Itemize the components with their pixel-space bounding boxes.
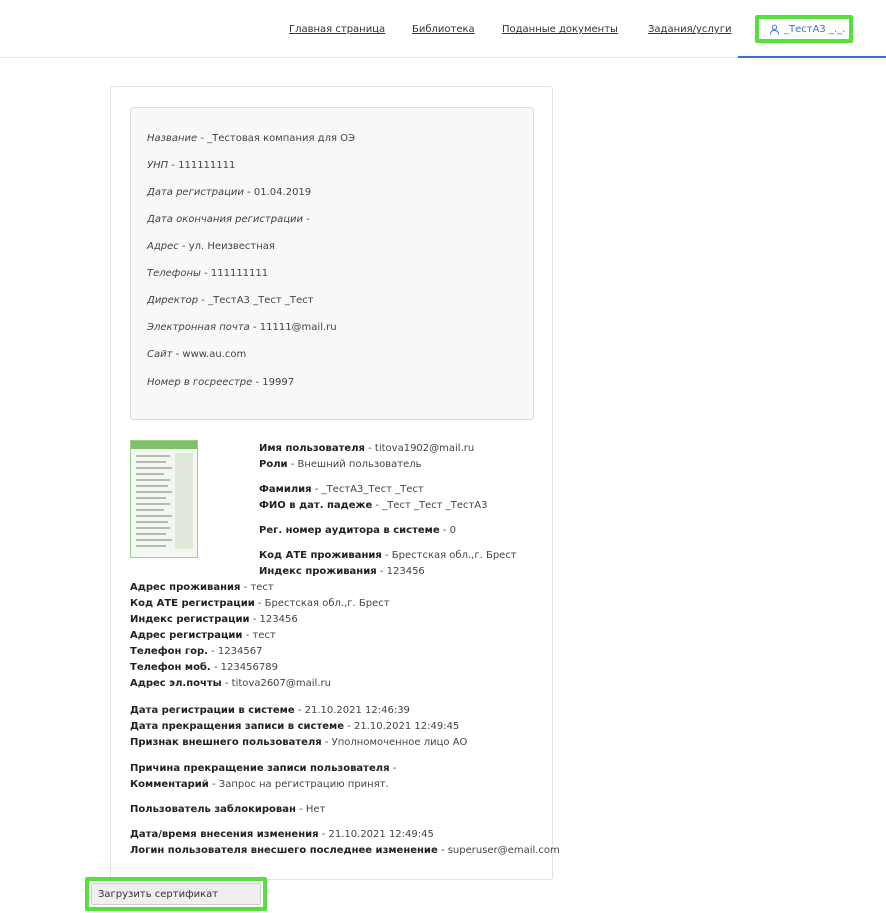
company-unp-row: УНП - 111111111 — [147, 160, 236, 171]
nav-tasks-services-link[interactable]: Задания/услуги — [648, 24, 731, 35]
top-navbar: Главная страница Библиотека Поданные док… — [0, 0, 886, 58]
user-registration-address-row: Адрес регистрации - тест — [130, 630, 276, 641]
user-mobile-phone-row: Телефон моб. - 123456789 — [130, 662, 278, 673]
nav-user-name: _ТестА3 _._. — [784, 23, 846, 35]
user-icon — [769, 24, 780, 35]
user-city-phone-row: Телефон гор. - 1234567 — [130, 646, 263, 657]
user-registration-ate-row: Код АТЕ регистрации - Брестская обл.,г. … — [130, 598, 390, 609]
company-address-row: Адрес - ул. Неизвестная — [147, 241, 275, 252]
nav-active-underline — [738, 56, 886, 58]
user-residence-address-row: Адрес проживания - тест — [130, 582, 274, 593]
nav-user-menu[interactable]: _ТестА3 _._. — [755, 15, 853, 43]
user-external-flag-row: Признак внешнего пользователя - Уполномо… — [130, 737, 468, 748]
upload-certificate-button-highlight: Загрузить сертификат — [85, 877, 267, 911]
nav-library-link[interactable]: Библиотека — [412, 24, 475, 35]
user-last-changed-by-row: Логин пользователя внесшего последнее из… — [130, 845, 560, 856]
nav-submitted-documents-link[interactable]: Поданные документы — [502, 24, 618, 35]
user-login-row: Имя пользователя - titova1902@mail.ru — [259, 443, 475, 454]
user-system-registration-date-row: Дата регистрации в системе - 21.10.2021 … — [130, 705, 410, 716]
company-name-row: Название - _Тестовая компания для ОЭ — [147, 133, 356, 144]
user-registration-index-row: Индекс регистрации - 123456 — [130, 614, 298, 625]
nav-divider — [0, 57, 738, 58]
company-phones-row: Телефоны - 111111111 — [147, 268, 269, 279]
user-residence-ate-row: Код АТЕ проживания - Брестская обл.,г. Б… — [259, 550, 517, 561]
user-residence-index-row: Индекс проживания - 123456 — [259, 566, 425, 577]
company-info-panel: Название - _Тестовая компания для ОЭ УНП… — [130, 107, 534, 420]
company-director-row: Директор - _ТестА3 _Тест _Тест — [147, 295, 314, 306]
user-change-datetime-row: Дата/время внесения изменения - 21.10.20… — [130, 829, 434, 840]
nav-home-link[interactable]: Главная страница — [289, 24, 385, 35]
user-roles-row: Роли - Внешний пользователь — [259, 459, 422, 470]
user-termination-date-row: Дата прекращения записи в системе - 21.1… — [130, 721, 460, 732]
user-blocked-row: Пользователь заблокирован - Нет — [130, 804, 326, 815]
upload-certificate-button[interactable]: Загрузить сертификат — [91, 883, 261, 905]
user-surname-row: Фамилия - _ТестА3_Тест _Тест — [259, 484, 424, 495]
user-comment-row: Комментарий - Запрос на регистрацию прин… — [130, 779, 389, 790]
company-website-row: Сайт - www.au.com — [147, 349, 247, 360]
user-dative-name-row: ФИО в дат. падеже - _Тест _Тест _ТестА3 — [259, 500, 488, 511]
company-email-row: Электронная почта - 11111@mail.ru — [147, 322, 337, 333]
user-termination-reason-row: Причина прекращение записи пользователя … — [130, 763, 397, 774]
company-registration-date-row: Дата регистрации - 01.04.2019 — [147, 187, 312, 198]
company-registry-number-row: Номер в госреестре - 19997 — [147, 377, 295, 388]
certificate-thumbnail — [130, 440, 198, 558]
user-email-row: Адрес эл.почты - titova2607@mail.ru — [130, 678, 331, 689]
company-registration-end-row: Дата окончания регистрации - — [147, 214, 310, 225]
user-auditor-number-row: Рег. номер аудитора в системе - 0 — [259, 525, 456, 536]
